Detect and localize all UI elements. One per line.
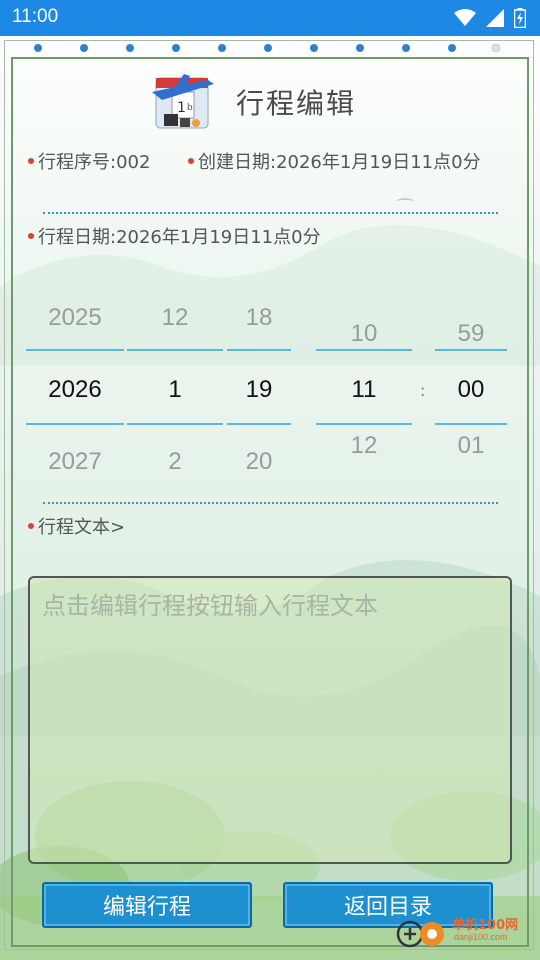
day-picker[interactable]: 18 19 20 [227,291,291,491]
month-next[interactable]: 2 [127,448,223,476]
status-icons [454,6,526,30]
hour-picker[interactable]: 10 11 12 [316,291,412,491]
page-title: 行程编辑 [236,87,357,120]
divider [43,212,498,214]
binder-ring [218,44,226,52]
bullet [28,523,34,529]
picker-divider [227,349,291,351]
binder-ring [264,44,272,52]
edit-trip-button[interactable]: 编辑行程 [42,882,252,928]
hour-next[interactable]: 12 [316,432,412,460]
picker-divider [26,423,124,425]
created-date: 创建日期:2026年1月19日11点0分 [198,152,481,173]
time-separator: : [420,381,426,400]
battery-icon [514,8,526,28]
status-time: 11:00 [12,6,59,27]
divider [43,502,498,504]
picker-divider [227,423,291,425]
picker-divider [127,349,223,351]
trip-text-label: 行程文本> [38,517,126,538]
binder-ring [402,44,410,52]
picker-divider [316,423,412,425]
picker-divider [435,349,507,351]
picker-divider [26,349,124,351]
picker-divider [316,349,412,351]
month-picker[interactable]: 12 1 2 [127,291,223,491]
binder-ring [448,44,456,52]
year-next[interactable]: 2027 [26,448,124,476]
month-selected[interactable]: 1 [127,376,223,404]
year-prev[interactable]: 2025 [26,304,124,332]
bullet [188,158,194,164]
trip-serial-number: 行程序号:002 [38,152,151,173]
year-selected[interactable]: 2026 [26,376,124,404]
binder-ring [356,44,364,52]
trip-date: 行程日期:2026年1月19日11点0分 [38,227,321,248]
wifi-icon [454,9,476,26]
binder-ring [310,44,318,52]
year-picker[interactable]: 2025 2026 2027 [26,291,124,491]
day-next[interactable]: 20 [227,448,291,476]
hour-selected[interactable]: 11 [316,376,412,404]
day-selected[interactable]: 19 [227,376,291,404]
minute-next[interactable]: 01 [435,432,507,460]
binder-ring [492,44,500,52]
minute-prev[interactable]: 59 [435,320,507,348]
binder-ring [172,44,180,52]
binder-ring [126,44,134,52]
svg-text:b: b [187,103,193,113]
binder-ring [80,44,88,52]
svg-text:1: 1 [177,100,186,116]
watermark: 单机100网 danji100.com [396,912,536,956]
travel-logo-icon: 1 b [152,74,214,129]
signal-icon [486,9,504,27]
picker-divider [435,423,507,425]
minute-picker[interactable]: 59 00 01 [435,291,507,491]
picker-divider [127,423,223,425]
bullet [28,158,34,164]
app-background: 1 b 行程编辑 行程序号:002 创建日期:2026年1月19日11点0分 行… [0,36,540,960]
month-prev[interactable]: 12 [127,304,223,332]
bullet [28,233,34,239]
minute-selected[interactable]: 00 [435,376,507,404]
hour-prev[interactable]: 10 [316,320,412,348]
watermark-logo-icon [396,920,444,948]
binder-rings [20,44,520,56]
binder-ring [34,44,42,52]
day-prev[interactable]: 18 [227,304,291,332]
trip-text-area[interactable]: 点击编辑行程按钮输入行程文本 [28,576,512,864]
watermark-text: 单机100网 [452,918,519,933]
status-bar: 11:00 [0,0,540,36]
watermark-url: danji100.com [454,932,508,942]
